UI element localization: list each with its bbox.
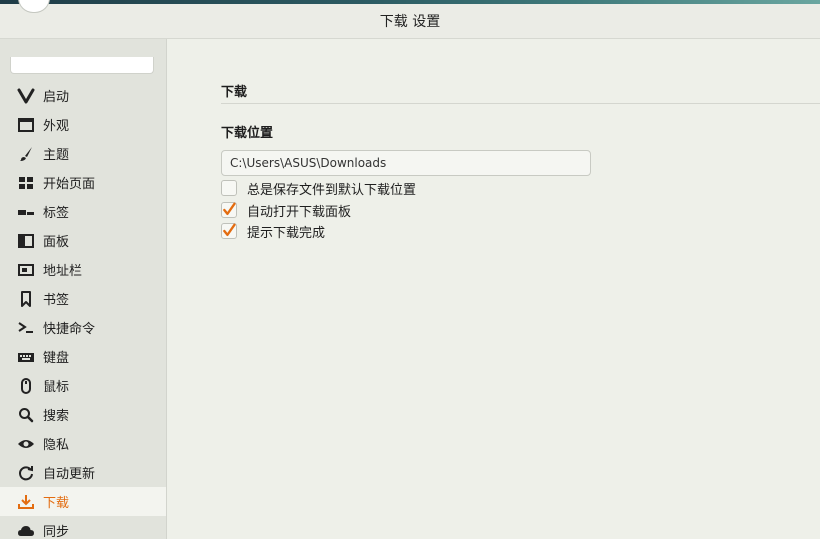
section-title: 下载 <box>221 85 248 100</box>
sidebar-item-start-page[interactable]: 开始页面 <box>0 168 166 197</box>
keyboard-icon <box>17 348 35 366</box>
sidebar-item-privacy[interactable]: 隐私 <box>0 429 166 458</box>
option-auto-open-panel[interactable]: 自动打开下载面板 <box>221 200 351 220</box>
sidebar-item-address-bar[interactable]: 地址栏 <box>0 255 166 284</box>
refresh-icon <box>17 464 35 482</box>
sidebar-item-label: 面板 <box>43 235 70 250</box>
sidebar-item-quick-commands[interactable]: 快捷命令 <box>0 313 166 342</box>
option-label: 提示下载完成 <box>247 225 326 241</box>
option-label: 自动打开下载面板 <box>247 204 352 220</box>
panel-icon <box>17 232 35 250</box>
sidebar-item-label: 同步 <box>43 525 70 539</box>
sidebar-item-label: 启动 <box>43 90 70 105</box>
sidebar-item-theme[interactable]: 主题 <box>0 139 166 168</box>
sidebar-item-label: 快捷命令 <box>43 322 96 337</box>
sidebar-item-label: 外观 <box>43 119 70 134</box>
settings-sidebar: 启动 外观 主题 开始页面 标签 面板 地址栏 书签 快捷命令 键盘 鼠标 搜索… <box>0 39 167 539</box>
checkmark-icon <box>223 223 236 237</box>
sidebar-item-startup[interactable]: 启动 <box>0 81 166 110</box>
address-bar-icon <box>17 261 35 279</box>
sidebar-item-label: 自动更新 <box>43 467 96 482</box>
sidebar-item-keyboard[interactable]: 键盘 <box>0 342 166 371</box>
sidebar-item-tabs[interactable]: 标签 <box>0 197 166 226</box>
tabs-icon <box>17 203 35 221</box>
sidebar-item-appearance[interactable]: 外观 <box>0 110 166 139</box>
settings-search-input[interactable] <box>10 57 154 74</box>
mouse-icon <box>17 377 35 395</box>
sidebar-item-label: 键盘 <box>43 351 70 366</box>
search-icon <box>17 406 35 424</box>
option-notify-complete[interactable]: 提示下载完成 <box>221 221 325 241</box>
sidebar-item-sync[interactable]: 同步 <box>0 516 166 539</box>
sidebar-item-label: 书签 <box>43 293 70 308</box>
sidebar-item-label: 搜索 <box>43 409 70 424</box>
title-bar: 下载 设置 <box>0 0 820 39</box>
sidebar-item-mouse[interactable]: 鼠标 <box>0 371 166 400</box>
option-always-save-default[interactable]: 总是保存文件到默认下载位置 <box>221 178 416 198</box>
bookmark-icon <box>17 290 35 308</box>
sidebar-item-label: 开始页面 <box>43 177 96 192</box>
cloud-icon <box>17 522 35 539</box>
sidebar-item-auto-update[interactable]: 自动更新 <box>0 458 166 487</box>
window-title: 下载 设置 <box>379 14 441 30</box>
sidebar-item-label: 隐私 <box>43 438 70 453</box>
sidebar-item-search[interactable]: 搜索 <box>0 400 166 429</box>
download-icon <box>17 493 35 511</box>
sidebar-item-downloads[interactable]: 下载 <box>0 487 166 516</box>
sidebar-item-bookmarks[interactable]: 书签 <box>0 284 166 313</box>
download-location-title: 下载位置 <box>221 126 274 141</box>
checkmark-icon <box>223 202 236 216</box>
section-divider <box>221 103 820 104</box>
checkbox[interactable] <box>221 202 237 218</box>
brush-icon <box>17 145 35 163</box>
vivaldi-icon <box>17 87 35 105</box>
sidebar-item-label: 鼠标 <box>43 380 70 395</box>
download-location-input[interactable]: C:\Users\ASUS\Downloads <box>221 150 591 176</box>
sidebar-item-label: 主题 <box>43 148 70 163</box>
option-label: 总是保存文件到默认下载位置 <box>247 182 417 198</box>
quick-command-icon <box>17 319 35 337</box>
grid-icon <box>17 174 35 192</box>
checkbox[interactable] <box>221 223 237 239</box>
window-icon <box>17 116 35 134</box>
sidebar-item-panels[interactable]: 面板 <box>0 226 166 255</box>
checkbox[interactable] <box>221 180 237 196</box>
sidebar-item-label: 地址栏 <box>43 264 83 279</box>
sidebar-item-label: 下载 <box>43 496 70 511</box>
sidebar-item-label: 标签 <box>43 206 70 221</box>
settings-content: 下载 下载位置 C:\Users\ASUS\Downloads 总是保存文件到默… <box>167 39 820 539</box>
eye-icon <box>17 435 35 453</box>
